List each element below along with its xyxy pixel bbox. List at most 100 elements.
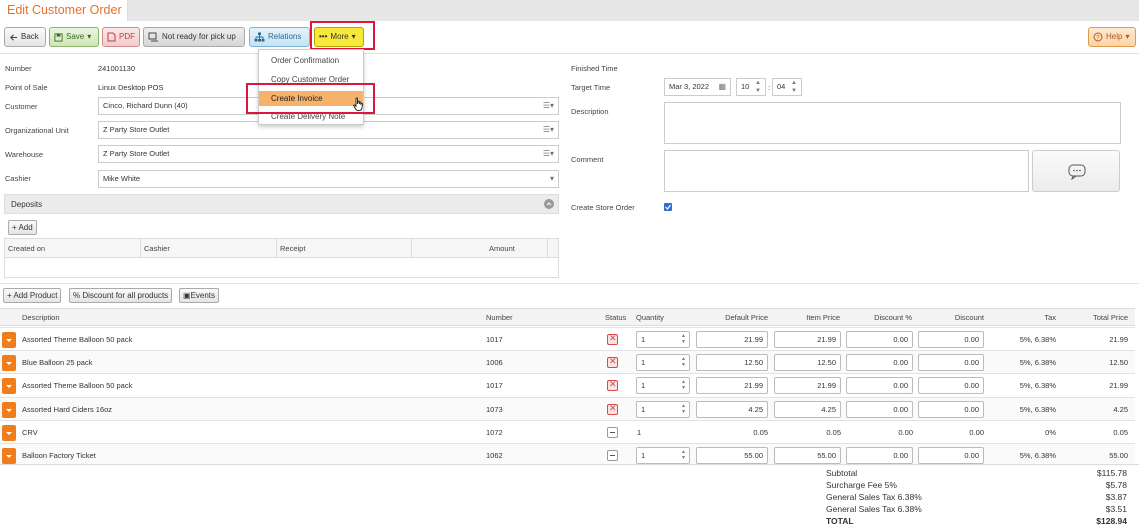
row-menu-button[interactable]: [2, 378, 16, 395]
discount-pct-input[interactable]: 0.00: [846, 447, 913, 464]
default-price-input[interactable]: 12.50: [696, 354, 768, 372]
not-ready-button[interactable]: Not ready for pick up: [143, 27, 245, 47]
target-minute-input[interactable]: 04 ▲ ▼: [772, 78, 802, 96]
warehouse-value: Z Party Store Outlet: [103, 149, 170, 158]
target-hour-input[interactable]: 10 ▲ ▼: [736, 78, 766, 96]
discount-input[interactable]: 0.00: [918, 377, 984, 395]
discount-value: 0.00: [964, 381, 979, 391]
discount-value: 0.00: [964, 335, 979, 344]
status-dash-icon[interactable]: [607, 426, 618, 438]
quantity-value: 1: [641, 404, 646, 414]
quantity-value: 1: [641, 381, 646, 391]
default-price-input[interactable]: 21.99: [696, 331, 768, 348]
item-price-input[interactable]: 21.99: [774, 377, 841, 395]
calendar-icon: ▣: [183, 291, 191, 300]
pos-label: Point of Sale: [5, 83, 48, 92]
discount-pct-value: 0.00: [893, 381, 908, 391]
add-deposit-button[interactable]: + Add: [8, 220, 37, 235]
col-divider: [276, 238, 277, 258]
comment-textarea[interactable]: [664, 150, 1029, 192]
item-price-input[interactable]: 4.25: [774, 400, 841, 418]
customer-value: Cinco, Richard Dunn (40): [103, 101, 188, 110]
divider: [0, 464, 1139, 465]
store-order-checkbox[interactable]: [664, 203, 672, 211]
add-product-label: Add Product: [13, 291, 58, 300]
help-icon: ?: [1093, 32, 1103, 42]
default-price-value: 55.00: [744, 451, 763, 460]
default-price-input[interactable]: 4.25: [696, 400, 768, 418]
discount-input[interactable]: 0.00: [918, 400, 984, 418]
quantity-stepper[interactable]: 1 ▲ ▼: [636, 377, 690, 395]
totals-label: TOTAL: [826, 516, 854, 526]
warehouse-label: Warehouse: [5, 150, 44, 159]
discount-input[interactable]: 0.00: [918, 447, 984, 464]
add-product-button[interactable]: + Add Product: [3, 288, 62, 303]
checkmark-icon: [665, 204, 671, 210]
spinner-icon: ▲ ▼: [681, 379, 686, 392]
col-discount: Discount: [954, 313, 984, 322]
item-price-input[interactable]: 12.50: [774, 354, 841, 372]
status-dash-icon[interactable]: [607, 450, 618, 461]
help-button[interactable]: ? Help ▾: [1088, 27, 1136, 47]
item-price-input[interactable]: 55.00: [774, 447, 841, 464]
row-menu-button[interactable]: [2, 401, 16, 418]
percent-icon: %: [73, 291, 81, 300]
events-button[interactable]: ▣Events: [179, 288, 220, 303]
row-total: 12.50: [1109, 358, 1128, 368]
comment-button[interactable]: [1032, 150, 1120, 192]
discount-pct-value: 0.00: [893, 358, 908, 368]
pos-value: Linux Desktop POS: [98, 83, 164, 92]
spinner-icon: ▲ ▼: [681, 402, 686, 415]
status-x-icon[interactable]: [607, 333, 618, 345]
pdf-button[interactable]: PDF: [102, 27, 140, 47]
tab-edit-customer-order[interactable]: Edit Customer Order: [0, 0, 128, 21]
item-price-input[interactable]: 21.99: [774, 331, 841, 348]
number-value: 241001130: [98, 64, 135, 73]
discount-input[interactable]: 0.00: [918, 331, 984, 348]
discount-pct-input[interactable]: 0.00: [846, 400, 913, 418]
col-total-price: Total Price: [1092, 313, 1128, 322]
row-menu-button[interactable]: [2, 448, 16, 464]
discount-value: 0.00: [964, 451, 979, 460]
cashier-select[interactable]: Mike White ▾: [98, 170, 559, 188]
default-price-input[interactable]: 55.00: [696, 447, 768, 464]
warehouse-select[interactable]: Z Party Store Outlet ☰▾: [98, 145, 559, 163]
target-date-input[interactable]: Mar 3, 2022 ▦: [664, 78, 731, 96]
col-default-price: Default Price: [725, 313, 768, 322]
discount-pct-input[interactable]: 0.00: [846, 377, 913, 395]
discount-all-button[interactable]: % Discount for all products: [69, 288, 173, 303]
status-x-icon[interactable]: [607, 403, 618, 415]
description-textarea[interactable]: [664, 102, 1121, 144]
menu-item-order-confirmation[interactable]: Order Confirmation: [259, 53, 363, 68]
row-menu-button[interactable]: [2, 355, 16, 372]
save-button[interactable]: Save ▾: [49, 27, 99, 47]
discount-pct-input[interactable]: 0.00: [846, 331, 913, 348]
col-cashier: Cashier: [144, 244, 170, 253]
item-price-value: 21.99: [817, 381, 836, 391]
relations-button[interactable]: Relations: [249, 27, 310, 47]
cashier-value: Mike White: [103, 174, 141, 183]
quantity-stepper[interactable]: 1 ▲ ▼: [636, 331, 690, 348]
col-divider: [547, 238, 548, 258]
status-x-icon[interactable]: [607, 356, 618, 369]
row-number: 1006: [486, 358, 503, 368]
row-description: CRV: [22, 427, 38, 437]
quantity-stepper[interactable]: 1 ▲ ▼: [636, 400, 690, 418]
row-menu-button[interactable]: [2, 424, 16, 441]
default-price-input[interactable]: 21.99: [696, 377, 768, 395]
discount-pct-input[interactable]: 0.00: [846, 354, 913, 372]
row-menu-button[interactable]: [2, 332, 16, 348]
quantity-stepper[interactable]: 1 ▲ ▼: [636, 447, 690, 464]
status-x-icon[interactable]: [607, 379, 618, 392]
totals-value: $3.51: [1105, 504, 1127, 514]
number-label: Number: [5, 64, 32, 73]
row-description: Assorted Hard Ciders 16oz: [22, 404, 113, 414]
discount-input[interactable]: 0.00: [918, 354, 984, 372]
spinner-icon: ▲ ▼: [755, 80, 761, 94]
back-button[interactable]: Back: [4, 27, 46, 47]
quantity-stepper[interactable]: 1 ▲ ▼: [636, 354, 690, 372]
collapse-icon[interactable]: [544, 199, 554, 209]
totals-label: Subtotal: [826, 468, 858, 478]
finished-time-label: Finished Time: [571, 64, 618, 73]
store-order-label: Create Store Order: [571, 203, 635, 212]
